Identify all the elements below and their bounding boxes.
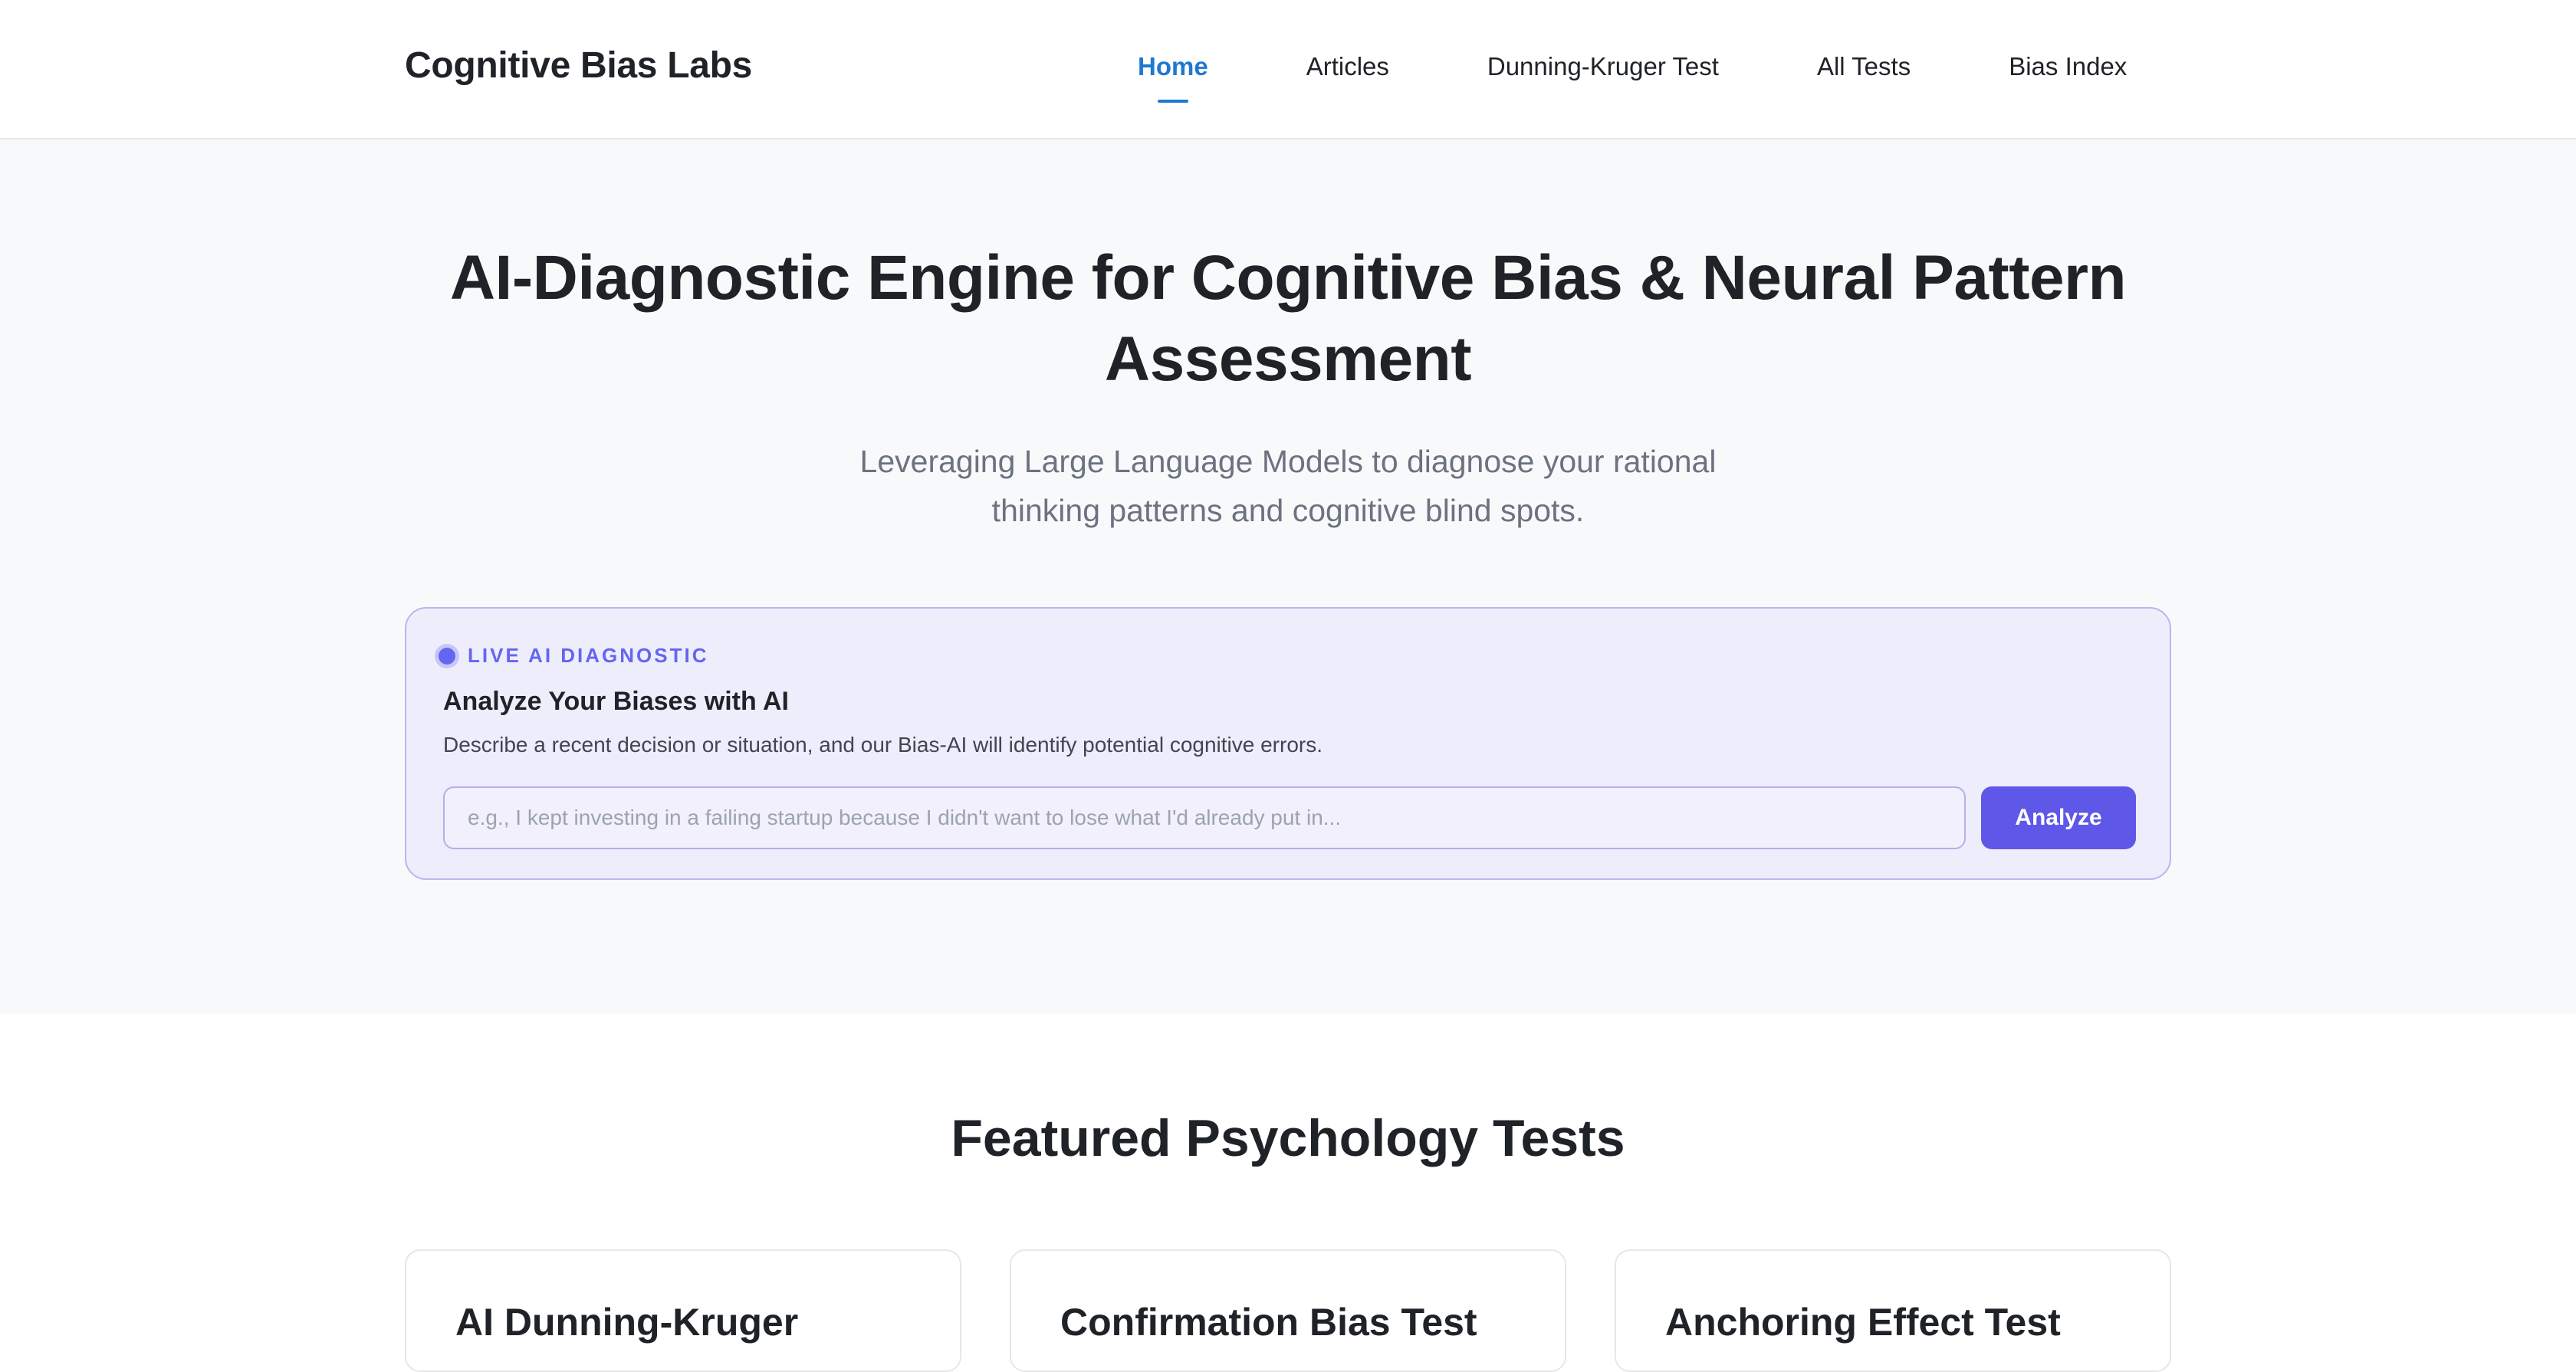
diagnostic-title: Analyze Your Biases with AI (443, 687, 789, 716)
nav-bias-index[interactable]: Bias Index (2009, 52, 2127, 81)
site-logo[interactable]: Cognitive Bias Labs (405, 44, 752, 87)
nav-dunning-kruger-test[interactable]: Dunning-Kruger Test (1487, 52, 1719, 81)
test-card-anchoring-effect[interactable]: Anchoring Effect Test (1615, 1249, 2171, 1372)
nav-home[interactable]: Home (1138, 52, 1208, 81)
hero-section: AI-Diagnostic Engine for Cognitive Bias … (0, 139, 2576, 1013)
test-card-title: Anchoring Effect Test (1665, 1301, 2061, 1344)
site-header: Cognitive Bias Labs Home Articles Dunnin… (0, 0, 2576, 139)
situation-input[interactable] (443, 786, 1966, 849)
main-nav: Home Articles Dunning-Kruger Test All Te… (1138, 52, 2127, 81)
hero-subtitle: Leveraging Large Language Models to diag… (859, 444, 1717, 528)
hero-title: AI-Diagnostic Engine for Cognitive Bias … (449, 243, 2127, 394)
diagnostic-description: Describe a recent decision or situation,… (443, 733, 1323, 757)
test-card-title: Confirmation Bias Test (1060, 1301, 1477, 1344)
featured-tests-title: Featured Psychology Tests (951, 1109, 1625, 1167)
live-badge: LIVE AI DIAGNOSTIC (439, 644, 709, 668)
test-card-confirmation-bias[interactable]: Confirmation Bias Test (1010, 1249, 1566, 1372)
test-card-ai-dunning-kruger[interactable]: AI Dunning-Kruger (405, 1249, 961, 1372)
nav-articles[interactable]: Articles (1306, 52, 1389, 81)
live-badge-label: LIVE AI DIAGNOSTIC (468, 644, 709, 667)
ai-diagnostic-card: LIVE AI DIAGNOSTIC Analyze Your Biases w… (405, 607, 2171, 880)
nav-all-tests[interactable]: All Tests (1817, 52, 1911, 81)
test-card-title: AI Dunning-Kruger (455, 1301, 799, 1344)
live-indicator-icon (439, 647, 455, 665)
analyze-button[interactable]: Analyze (1981, 786, 2136, 849)
